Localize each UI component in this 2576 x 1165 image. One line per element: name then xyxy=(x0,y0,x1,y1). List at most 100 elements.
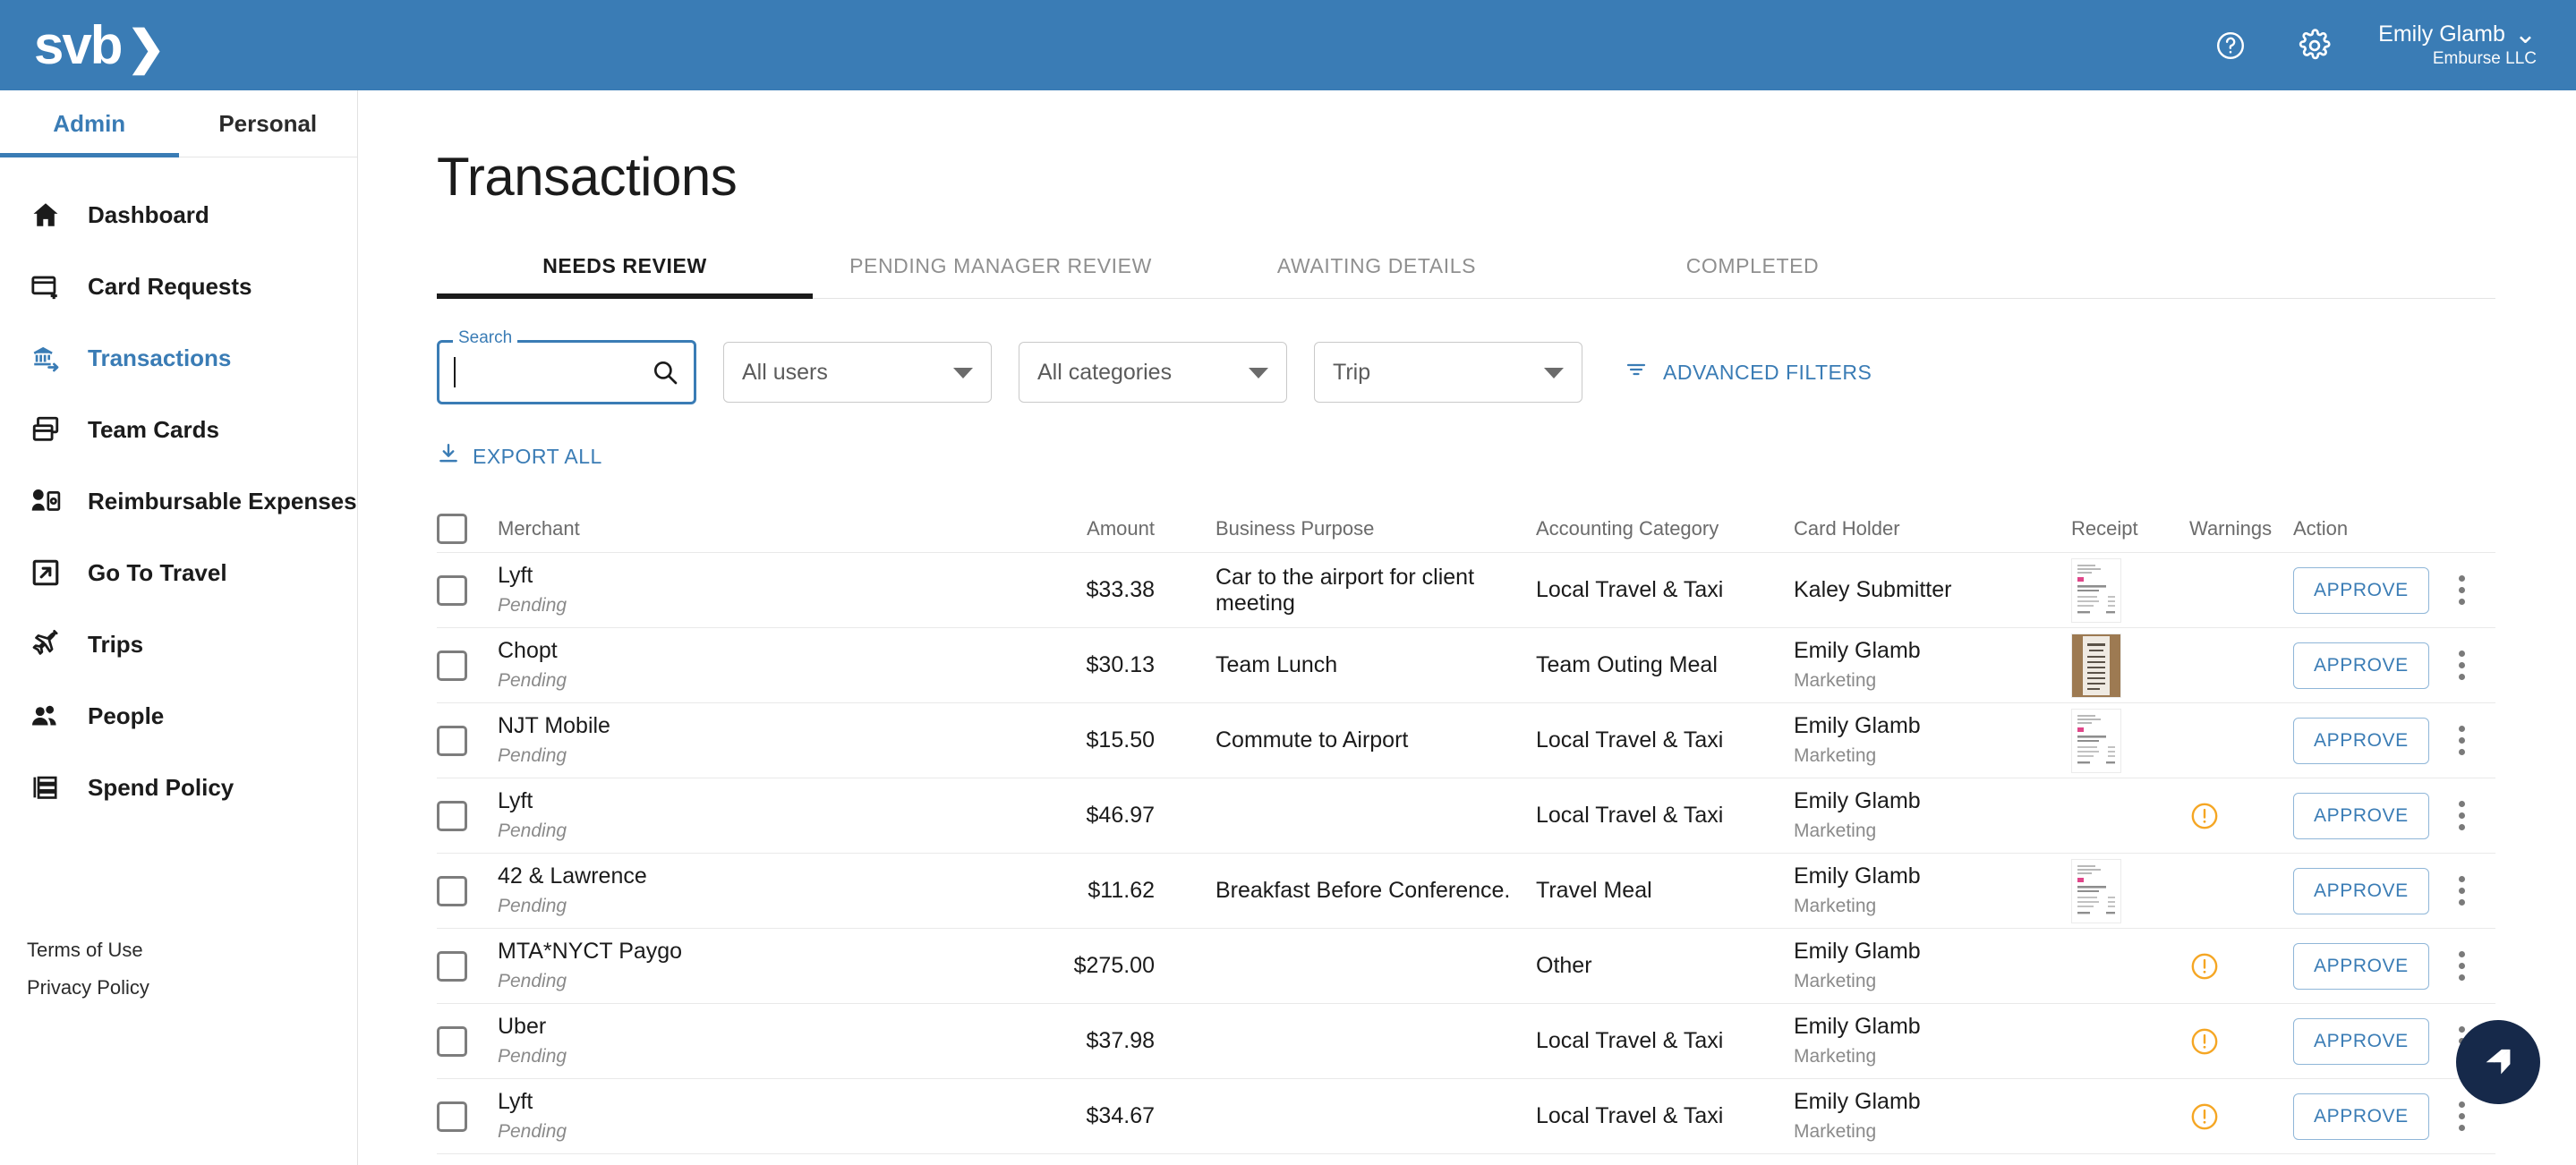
row-checkbox[interactable] xyxy=(437,950,467,982)
merchant-status: Pending xyxy=(498,1046,567,1067)
card-holder-dept: Marketing xyxy=(1794,896,1877,917)
row-more-options-icon[interactable] xyxy=(2449,723,2476,759)
table-row[interactable]: 42 & Lawrence Pending $11.62 Breakfast B… xyxy=(437,854,2495,929)
chevron-down-icon: ⌄ xyxy=(2513,19,2537,49)
receipt-thumbnail[interactable] xyxy=(2071,708,2121,773)
page-title: Transactions xyxy=(437,147,738,207)
table-row[interactable]: Lyft Pending $33.38 Car to the airport f… xyxy=(437,553,2495,628)
table-row[interactable]: Lyft Pending $46.97 Local Travel & Taxi … xyxy=(437,778,2495,854)
row-checkbox[interactable] xyxy=(437,875,467,906)
sidebar-item-card-requests[interactable]: Card Requests xyxy=(0,251,357,322)
cell-action: APPROVE xyxy=(2293,1093,2495,1140)
cell-business-purpose: Commute to Airport xyxy=(1215,727,1409,753)
warning-icon[interactable] xyxy=(2189,1101,2220,1132)
approve-button[interactable]: APPROVE xyxy=(2293,1017,2429,1065)
sidebar-item-dashboard[interactable]: Dashboard xyxy=(0,179,357,251)
svb-logo[interactable]: svb ❯ xyxy=(34,18,166,72)
sidebar-nav: Dashboard Card Requests Transactions Tea… xyxy=(0,157,357,823)
merchant-name: Lyft xyxy=(498,563,533,589)
sidebar-item-people[interactable]: People xyxy=(0,680,357,752)
cell-business-purpose: Car to the airport for client meeting xyxy=(1215,564,1475,616)
row-more-options-icon[interactable] xyxy=(2449,1099,2476,1135)
approve-button[interactable]: APPROVE xyxy=(2293,1093,2429,1140)
user-name-label: Emily Glamb xyxy=(2378,21,2505,47)
user-menu[interactable]: Emily Glamb ⌄ Emburse LLC xyxy=(2378,21,2540,70)
tab-completed[interactable]: COMPLETED xyxy=(1565,254,1941,298)
cell-receipt xyxy=(2071,708,2189,773)
cell-merchant: Uber Pending xyxy=(498,1013,1015,1069)
row-checkbox-cell xyxy=(437,950,498,982)
warning-icon[interactable] xyxy=(2189,801,2220,831)
approve-button[interactable]: APPROVE xyxy=(2293,717,2429,764)
tab-awaiting-details[interactable]: AWAITING DETAILS xyxy=(1189,254,1565,298)
all-users-select[interactable]: All users xyxy=(723,342,992,403)
merchant-status: Pending xyxy=(498,896,567,917)
merchant-name: Lyft xyxy=(498,788,533,814)
row-more-options-icon[interactable] xyxy=(2449,873,2476,909)
card-holder-name: Emily Glamb xyxy=(1794,939,1921,965)
row-checkbox[interactable] xyxy=(437,650,467,681)
segment-personal-label: Personal xyxy=(218,109,318,137)
approve-button[interactable]: APPROVE xyxy=(2293,642,2429,689)
segment-personal[interactable]: Personal xyxy=(179,90,358,157)
all-categories-select[interactable]: All categories xyxy=(1019,342,1287,403)
trip-select[interactable]: Trip xyxy=(1314,342,1582,403)
sidebar-item-trips[interactable]: Trips xyxy=(0,608,357,680)
search-input[interactable] xyxy=(437,340,696,404)
row-checkbox[interactable] xyxy=(437,574,467,606)
magnifier-icon[interactable] xyxy=(651,358,679,387)
row-checkbox[interactable] xyxy=(437,800,467,831)
row-checkbox[interactable] xyxy=(437,725,467,756)
privacy-policy-link[interactable]: Privacy Policy xyxy=(27,976,149,999)
sidebar-item-spend-policy[interactable]: Spend Policy xyxy=(0,752,357,823)
segment-admin[interactable]: Admin xyxy=(0,90,179,157)
sidebar-item-team-cards[interactable]: Team Cards xyxy=(0,394,357,465)
approve-button[interactable]: APPROVE xyxy=(2293,566,2429,614)
approve-button[interactable]: APPROVE xyxy=(2293,792,2429,839)
tab-pending-manager-review[interactable]: PENDING MANAGER REVIEW xyxy=(813,254,1189,298)
advanced-filters-button[interactable]: ADVANCED FILTERS xyxy=(1624,359,1872,386)
tab-needs-review[interactable]: NEEDS REVIEW xyxy=(437,254,813,299)
gear-icon[interactable] xyxy=(2294,25,2335,66)
table-row[interactable]: MTA*NYCT Paygo Pending $275.00 Other Emi… xyxy=(437,929,2495,1004)
merchant-status: Pending xyxy=(498,1121,567,1143)
sidebar-item-reimbursable-expenses[interactable]: Reimbursable Expenses xyxy=(0,465,357,537)
table-row[interactable]: NJT Mobile Pending $15.50 Commute to Air… xyxy=(437,703,2495,778)
export-all-button[interactable]: EXPORT ALL xyxy=(437,442,620,471)
row-more-options-icon[interactable] xyxy=(2449,948,2476,984)
column-header-action: Action xyxy=(2293,516,2349,540)
policy-list-icon xyxy=(27,769,64,806)
approve-button[interactable]: APPROVE xyxy=(2293,942,2429,990)
warning-icon[interactable] xyxy=(2189,951,2220,982)
sidebar-item-label: Go To Travel xyxy=(88,558,227,586)
row-checkbox[interactable] xyxy=(437,1101,467,1132)
approve-button[interactable]: APPROVE xyxy=(2293,867,2429,914)
receipt-thumbnail[interactable] xyxy=(2071,633,2121,698)
receipt-thumbnail[interactable] xyxy=(2071,858,2121,923)
cell-merchant: Lyft Pending xyxy=(498,787,1015,844)
row-more-options-icon[interactable] xyxy=(2449,648,2476,684)
card-holder-dept: Marketing xyxy=(1794,1121,1877,1143)
cell-merchant: Lyft Pending xyxy=(498,1088,1015,1144)
row-more-options-icon[interactable] xyxy=(2449,798,2476,834)
chat-bubble-icon[interactable] xyxy=(2456,1020,2540,1104)
row-more-options-icon[interactable] xyxy=(2449,573,2476,608)
receipt-thumbnail[interactable] xyxy=(2071,557,2121,623)
table-row[interactable]: Lyft Pending $34.67 Local Travel & Taxi … xyxy=(437,1079,2495,1154)
filter-icon xyxy=(1624,359,1649,386)
terms-of-use-link[interactable]: Terms of Use xyxy=(27,939,149,962)
row-checkbox-cell xyxy=(437,1025,498,1057)
sidebar-item-go-to-travel[interactable]: Go To Travel xyxy=(0,537,357,608)
column-header-receipt: Receipt xyxy=(2071,516,2138,540)
sidebar-item-transactions[interactable]: Transactions xyxy=(0,322,357,394)
row-checkbox-cell xyxy=(437,800,498,831)
warning-icon[interactable] xyxy=(2189,1026,2220,1057)
row-checkbox[interactable] xyxy=(437,1025,467,1057)
search-field-wrapper: Search xyxy=(437,328,696,404)
top-header-bar: svb ❯ Emily Glamb ⌄ Emburse LLC xyxy=(0,0,2576,90)
help-circle-icon[interactable] xyxy=(2210,25,2251,66)
select-all-checkbox[interactable] xyxy=(437,513,467,544)
cell-amount: $30.13 xyxy=(1086,652,1155,677)
table-row[interactable]: Uber Pending $37.98 Local Travel & Taxi … xyxy=(437,1004,2495,1079)
table-row[interactable]: Chopt Pending $30.13 Team Lunch Team Out… xyxy=(437,628,2495,703)
